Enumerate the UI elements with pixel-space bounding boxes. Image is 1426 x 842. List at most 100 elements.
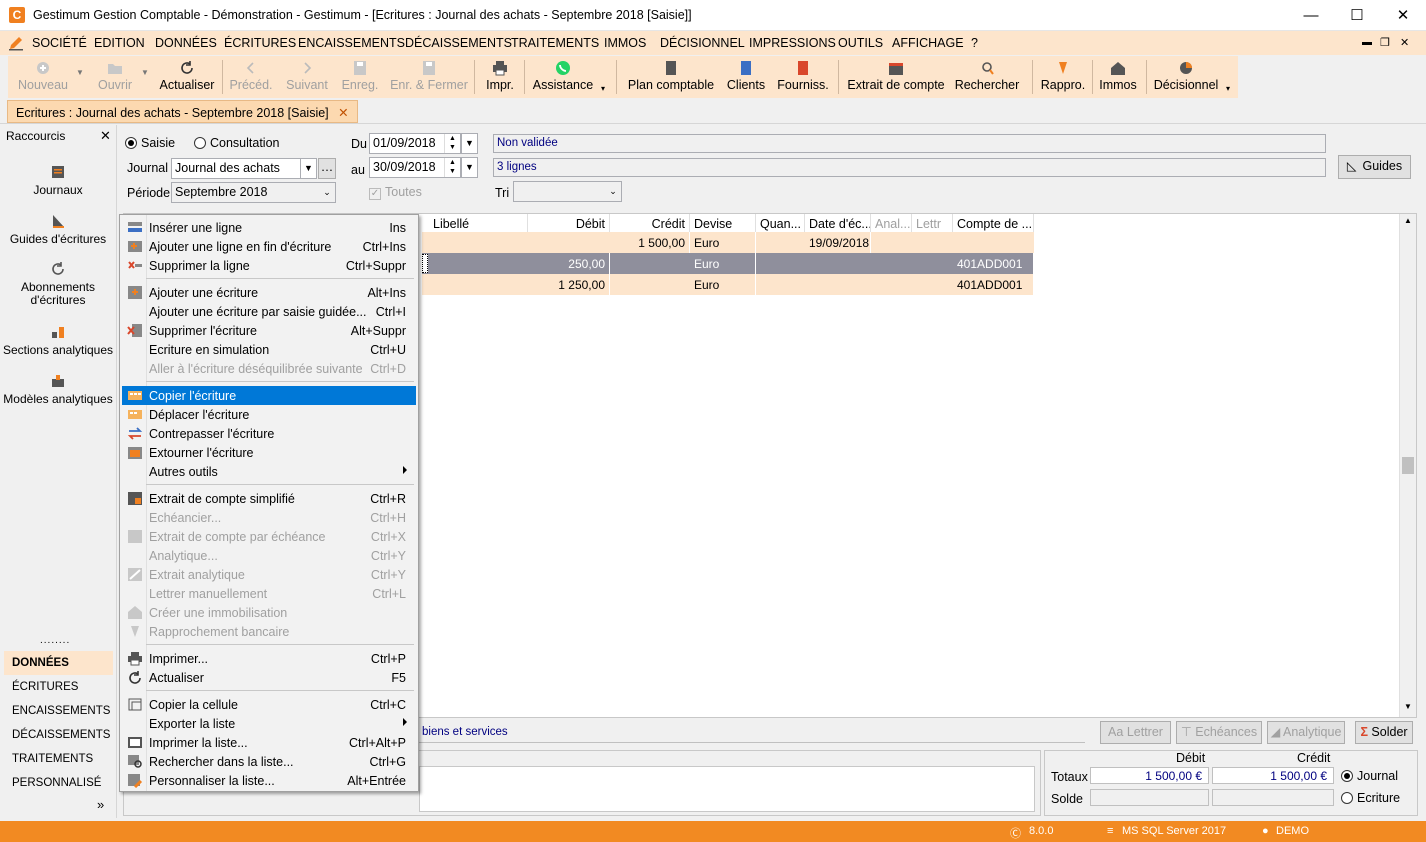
menu-extrait-par-echeance[interactable]: Extrait de compte par échéance Ctrl+X	[122, 527, 416, 546]
menu-traitements[interactable]: TRAITEMENTS	[511, 36, 599, 50]
nouveau-button[interactable]: Nouveau	[12, 56, 74, 98]
mdi-minimize-button[interactable]: ▬	[1362, 37, 1372, 48]
col-header-lettrage[interactable]: Lettr	[912, 214, 953, 233]
menu-imprimer-liste[interactable]: Imprimer la liste... Ctrl+Alt+P	[122, 733, 416, 752]
ouvrir-dropdown-icon[interactable]: ▼	[141, 68, 149, 77]
assistance-button[interactable]: Assistance	[532, 56, 594, 98]
minimize-button[interactable]: —	[1288, 0, 1334, 31]
menu-contrepasser-ecriture[interactable]: Contrepasser l'écriture	[122, 424, 416, 443]
menu-actualiser[interactable]: Actualiser F5	[122, 668, 416, 687]
menu-ajouter-ligne-fin[interactable]: Ajouter une ligne en fin d'écriture Ctrl+…	[122, 237, 416, 256]
precedent-button[interactable]: Précéd.	[228, 56, 274, 98]
grid-vertical-scrollbar[interactable]: ▲ ▼	[1399, 214, 1416, 717]
immos-button[interactable]: Immos	[1098, 56, 1138, 98]
menu-supprimer-ligne[interactable]: Supprimer la ligne Ctrl+Suppr	[122, 256, 416, 275]
notes-area[interactable]	[419, 766, 1035, 812]
menu-ecritures[interactable]: ÉCRITURES	[224, 36, 296, 50]
menu-encaissements[interactable]: ENCAISSEMENTS	[298, 36, 405, 50]
nav-encaissements[interactable]: ENCAISSEMENTS	[4, 699, 113, 723]
nav-personnalise[interactable]: PERSONNALISÉ	[4, 771, 113, 795]
menu-decaissements[interactable]: DÉCAISSEMENTS	[405, 36, 512, 50]
nav-donnees[interactable]: DONNÉES	[4, 651, 113, 675]
menu-donnees[interactable]: DONNÉES	[155, 36, 217, 50]
cell-devise[interactable]: Euro	[690, 232, 756, 253]
col-header-debit[interactable]: Débit	[528, 214, 610, 233]
date-to-spinner[interactable]: ▲ ▼	[444, 158, 460, 177]
suivant-button[interactable]: Suivant	[284, 56, 330, 98]
menu-lettrer-manuellement[interactable]: Lettrer manuellement Ctrl+L	[122, 584, 416, 603]
cell-debit[interactable]: 250,00	[528, 253, 610, 274]
overflow-chevron-icon[interactable]: ▾	[601, 84, 605, 93]
imprimer-button[interactable]: Impr.	[482, 56, 518, 98]
scrollbar-thumb[interactable]	[1402, 457, 1414, 474]
menu-edition[interactable]: EDITION	[94, 36, 145, 50]
extrait-compte-button[interactable]: Extrait de compte	[846, 56, 946, 98]
analytique-button[interactable]: ◢ Analytique	[1267, 721, 1345, 744]
col-header-analytique[interactable]: Anal...	[871, 214, 912, 233]
col-header-devise[interactable]: Devise	[690, 214, 756, 233]
menu-autres-outils[interactable]: Autres outils	[122, 462, 416, 481]
menu-rechercher-liste[interactable]: Rechercher dans la liste... Ctrl+G	[122, 752, 416, 771]
journal-browse-button[interactable]: …	[318, 158, 336, 179]
menu-ecriture-simulation[interactable]: Ecriture en simulation Ctrl+U	[122, 340, 416, 359]
nav-more-icon[interactable]: »	[97, 797, 104, 812]
menu-supprimer-ecriture[interactable]: Supprimer l'écriture Alt+Suppr	[122, 321, 416, 340]
scroll-up-icon[interactable]: ▲	[1404, 216, 1412, 225]
cell-compte[interactable]: 401ADD001	[953, 274, 1034, 295]
shortcut-journaux[interactable]: Journaux	[0, 164, 116, 197]
mdi-restore-button[interactable]: ❐	[1380, 36, 1390, 49]
col-header-libelle[interactable]: Libellé	[429, 214, 528, 233]
totals-ecriture-radio[interactable]: Ecriture	[1341, 791, 1400, 805]
col-header-credit[interactable]: Crédit	[610, 214, 690, 233]
nav-decaissements[interactable]: DÉCAISSEMENTS	[4, 723, 113, 747]
menu-inserer-ligne[interactable]: Insérer une ligne Ins	[122, 218, 416, 237]
mdi-close-button[interactable]: ✕	[1400, 36, 1409, 49]
enregistrer-fermer-button[interactable]: Enr. & Fermer	[390, 56, 468, 98]
col-header-quantite[interactable]: Quan...	[756, 214, 805, 233]
maximize-button[interactable]: ☐	[1334, 0, 1380, 31]
menu-exporter-liste[interactable]: Exporter la liste	[122, 714, 416, 733]
mode-saisie-radio[interactable]: Saisie	[125, 136, 175, 150]
shortcut-modeles-analytiques[interactable]: Modèles analytiques	[0, 373, 116, 406]
mode-consultation-radio[interactable]: Consultation	[194, 136, 280, 150]
echeances-button[interactable]: ⊤ Echéances	[1176, 721, 1262, 744]
chevron-down-icon[interactable]: ⌄	[605, 182, 621, 201]
scroll-down-icon[interactable]: ▼	[1404, 702, 1412, 711]
nav-ecritures[interactable]: ÉCRITURES	[4, 675, 113, 699]
cell-devise[interactable]: Euro	[690, 274, 756, 295]
chevron-down-icon[interactable]: ⌄	[319, 183, 335, 202]
menu-extrait-compte-simplifie[interactable]: Extrait de compte simplifié Ctrl+R	[122, 489, 416, 508]
shortcut-guides-ecritures[interactable]: Guides d'écritures	[0, 213, 116, 246]
close-button[interactable]: ✕	[1380, 0, 1426, 31]
menu-personnaliser-liste[interactable]: Personnaliser la liste... Alt+Entrée	[122, 771, 416, 790]
menu-affichage[interactable]: AFFICHAGE	[892, 36, 964, 50]
overflow-chevron-icon[interactable]: ▾	[1226, 84, 1230, 93]
cell-devise[interactable]: Euro	[690, 253, 756, 274]
tab-close-icon[interactable]: ✕	[338, 106, 348, 120]
rapprochement-button[interactable]: Rappro.	[1038, 56, 1088, 98]
fournisseurs-button[interactable]: Fourniss.	[776, 56, 830, 98]
menu-imprimer[interactable]: Imprimer... Ctrl+P	[122, 649, 416, 668]
plan-comptable-button[interactable]: Plan comptable	[624, 56, 718, 98]
journal-select[interactable]: Journal des achats ▼	[171, 158, 317, 179]
decisionnel-button[interactable]: Décisionnel	[1152, 56, 1220, 98]
guides-button[interactable]: ◺ Guides	[1338, 155, 1411, 179]
date-to-input[interactable]: 30/09/2018 ▲ ▼	[369, 157, 461, 178]
menu-impressions[interactable]: IMPRESSIONS	[749, 36, 836, 50]
col-header-compte[interactable]: Compte de ...	[953, 214, 1034, 233]
nav-traitements[interactable]: TRAITEMENTS	[4, 747, 113, 771]
menu-analytique[interactable]: Analytique... Ctrl+Y	[122, 546, 416, 565]
cell-debit[interactable]: 1 250,00	[528, 274, 610, 295]
col-header-date-echeance[interactable]: Date d'éc...	[805, 214, 871, 233]
menu-extrait-analytique[interactable]: Extrait analytique Ctrl+Y	[122, 565, 416, 584]
date-from-spinner[interactable]: ▲ ▼	[444, 134, 460, 153]
chevron-down-icon[interactable]: ▼	[300, 159, 316, 178]
actualiser-button[interactable]: Actualiser	[156, 56, 218, 98]
menu-creer-immobilisation[interactable]: Créer une immobilisation	[122, 603, 416, 622]
panel-resize-grip[interactable]: ........	[40, 635, 70, 646]
cell-compte[interactable]: 401ADD001	[953, 253, 1034, 274]
clients-button[interactable]: Clients	[724, 56, 768, 98]
menu-copier-ecriture[interactable]: Copier l'écriture	[122, 386, 416, 405]
menu-rapprochement-bancaire[interactable]: Rapprochement bancaire	[122, 622, 416, 641]
cell-date[interactable]: 19/09/2018	[805, 232, 871, 253]
